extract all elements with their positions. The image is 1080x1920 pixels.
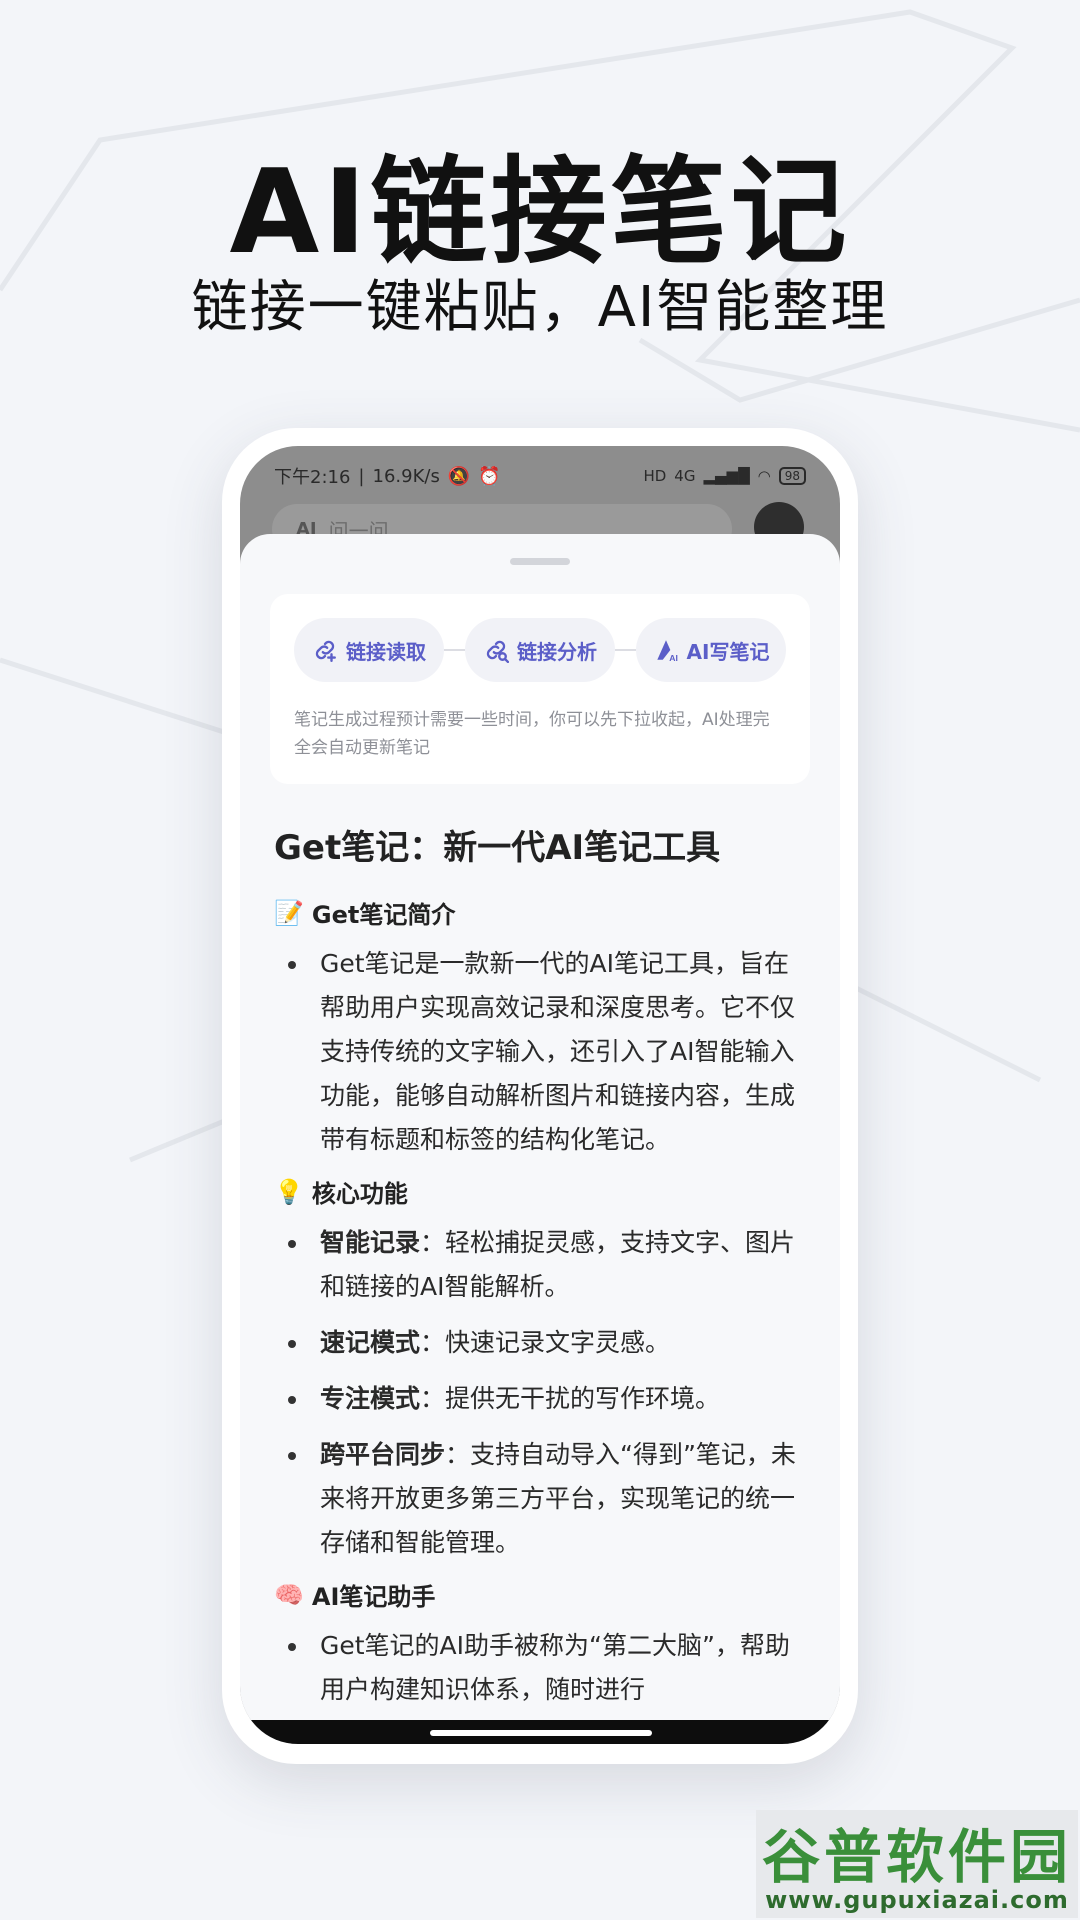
bullet-list: 智能记录：轻松捕捉灵感，支持文字、图片和链接的AI智能解析。 速记模式：快速记录… [274,1221,804,1565]
step-ai-write: AI AI写笔记 [636,618,786,682]
section-title: Get笔记简介 [311,901,456,929]
watermark-url: www.gupuxiazai.com [765,1886,1069,1914]
link-analyze-icon [486,640,509,663]
lightbulb-icon: 💡 [274,1177,304,1206]
ai-write-icon: AI [656,640,678,663]
bullet-list: Get笔记是一款新一代的AI笔记工具，旨在帮助用户实现高效记录和深度思考。它不仅… [274,942,804,1162]
note-content: Get笔记：新一代AI笔记工具 📝 Get笔记简介 Get笔记是一款新一代的AI… [274,820,804,1724]
drag-handle[interactable] [510,558,570,565]
signal-icon: ▂▄▆█ [703,467,750,485]
brain-icon: 🧠 [274,1580,304,1609]
step-link-read: 链接读取 [294,618,444,682]
section-heading: 📝 Get笔记简介 [274,895,804,930]
bullet-list: Get笔记的AI助手被称为“第二大脑”，帮助用户构建知识体系，随时进行 [274,1624,804,1712]
step-label: 链接读取 [346,639,426,664]
progress-card: 链接读取 链接分析 AI AI写笔记 笔记生成过程预计需要一些时间，你可以先下拉… [270,594,810,784]
watermark-name: 谷普软件园 [761,1823,1072,1891]
step-label: 链接分析 [517,639,597,664]
section-heading: 🧠 AI笔记助手 [274,1577,804,1612]
step-label: AI写笔记 [686,639,770,664]
list-item: 专注模式：提供无干扰的写作环境。 [274,1377,804,1421]
hero-subtitle: 链接一键粘贴，AI智能整理 [191,275,889,340]
network-speed: 16.9K/s [372,465,440,487]
alarm-icon: ⏰ [478,465,501,487]
phone-frame: 下午2:16 | 16.9K/s 🔕 ⏰ HD 4G ▂▄▆█ ◠ 98 AI … [222,428,858,1764]
hero-title: AI链接笔记 [229,145,851,280]
section-heading: 💡 核心功能 [274,1174,804,1209]
list-item: 速记模式：快速记录文字灵感。 [274,1321,804,1365]
list-item: Get笔记的AI助手被称为“第二大脑”，帮助用户构建知识体系，随时进行 [274,1624,804,1712]
phone-screen: 下午2:16 | 16.9K/s 🔕 ⏰ HD 4G ▂▄▆█ ◠ 98 AI … [240,446,840,1744]
step-link-analyze: 链接分析 [465,618,615,682]
status-bar: 下午2:16 | 16.9K/s 🔕 ⏰ HD 4G ▂▄▆█ ◠ 98 [240,446,840,506]
progress-steps: 链接读取 链接分析 AI AI写笔记 [294,618,786,682]
link-read-icon [315,640,336,663]
hd-icon: HD [643,467,667,485]
status-time: 下午2:16 [274,467,351,488]
battery-level: 98 [778,467,806,485]
section-title: AI笔记助手 [311,1583,436,1611]
progress-note: 笔记生成过程预计需要一些时间，你可以先下拉收起，AI处理完全会自动更新笔记 [294,710,770,758]
list-item: Get笔记是一款新一代的AI笔记工具，旨在帮助用户实现高效记录和深度思考。它不仅… [274,942,804,1162]
svg-text:AI: AI [669,653,678,663]
memo-icon: 📝 [274,898,304,927]
network-type: 4G [674,467,696,485]
watermark-logo: 谷普软件园 www.gupuxiazai.com [756,1810,1078,1918]
home-indicator[interactable] [430,1730,652,1736]
list-item: 跨平台同步：支持自动导入“得到”笔记，未来将开放更多第三方平台，实现笔记的统一存… [274,1433,804,1565]
mute-icon: 🔕 [447,465,471,487]
step-connector [615,649,636,651]
step-connector [444,649,465,651]
note-title: Get笔记：新一代AI笔记工具 [274,828,721,868]
navigation-bar [240,1720,840,1744]
section-title: 核心功能 [311,1180,408,1208]
list-item: 智能记录：轻松捕捉灵感，支持文字、图片和链接的AI智能解析。 [274,1221,804,1309]
bottom-sheet: 链接读取 链接分析 AI AI写笔记 笔记生成过程预计需要一些时间，你可以先下拉… [240,534,840,1744]
wifi-icon: ◠ [757,467,771,485]
